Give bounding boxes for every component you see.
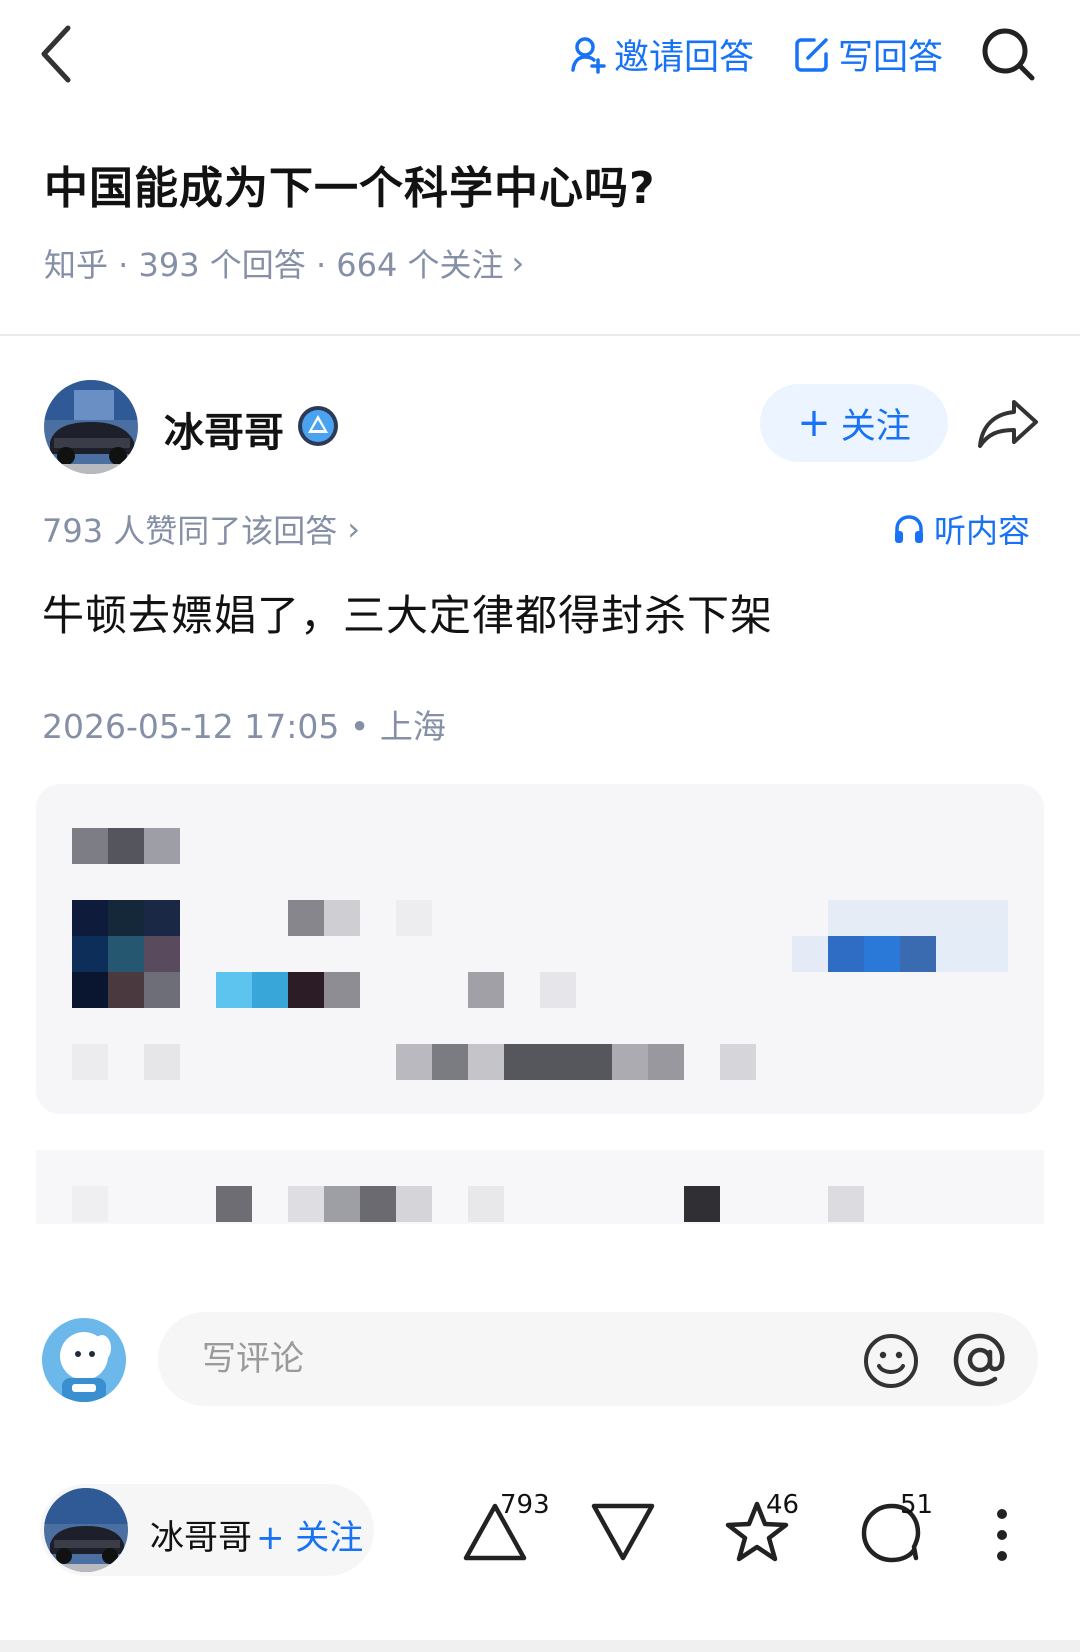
plus-icon: +: [797, 400, 831, 446]
vote-summary[interactable]: 793 人赞同了该回答 ›: [42, 506, 360, 552]
chevron-right-icon: ›: [511, 244, 525, 282]
headphones-icon: [895, 515, 923, 543]
verified-badge-icon: [296, 404, 340, 448]
smile-icon: [864, 1334, 918, 1388]
answer-text: 牛顿去嫖娼了，三大定律都得封杀下架: [42, 591, 774, 640]
question-meta-text: 知乎 · 393 个回答 · 664 个关注: [44, 246, 504, 284]
mascot-avatar-image: [42, 1318, 126, 1402]
edit-icon: [795, 38, 828, 72]
chevron-right-icon: ›: [347, 510, 361, 548]
downvote-button[interactable]: [588, 1500, 658, 1564]
invite-answer-button[interactable]: 邀请回答: [568, 26, 754, 82]
follow-label: 关注: [840, 406, 911, 447]
invite-answer-label: 邀请回答: [614, 37, 755, 78]
emoji-button[interactable]: [862, 1332, 920, 1390]
share-button[interactable]: [976, 396, 1040, 452]
vote-summary-text: 793 人赞同了该回答: [42, 512, 338, 550]
chip-follow-button[interactable]: + 关注: [256, 1510, 363, 1559]
more-button[interactable]: [988, 1506, 1016, 1564]
author-avatar[interactable]: [44, 380, 138, 474]
question-meta[interactable]: 知乎 · 393 个回答 · 664 个关注 ›: [44, 240, 524, 286]
write-answer-label: 写回答: [838, 37, 944, 78]
back-button[interactable]: [34, 22, 82, 86]
follow-button[interactable]: + 关注: [760, 384, 948, 462]
invite-user-icon: [571, 37, 606, 74]
my-avatar[interactable]: [42, 1318, 126, 1402]
search-icon: [982, 28, 1035, 81]
question-title[interactable]: 中国能成为下一个科学中心吗?: [44, 152, 656, 216]
chevron-left-icon: [41, 25, 71, 83]
share-icon: [978, 400, 1038, 448]
more-vertical-icon: [997, 1509, 1007, 1561]
chip-author-name: 冰哥哥: [150, 1518, 252, 1558]
author-avatar-small[interactable]: [44, 1488, 128, 1572]
downvote-triangle-icon: [591, 1503, 655, 1561]
author-name[interactable]: 冰哥哥: [164, 400, 284, 458]
bottom-safe-area: [0, 1640, 1080, 1652]
favorite-count: 46: [766, 1490, 800, 1520]
comment-count: 51: [900, 1490, 934, 1520]
upvote-count: 793: [500, 1490, 550, 1520]
answer-time-location: 2026-05-12 17:05 • 上海: [42, 707, 446, 746]
section-divider: [0, 334, 1080, 336]
listen-label: 听内容: [934, 512, 1031, 550]
at-icon: [953, 1333, 1005, 1387]
pixelated-content-strip: [36, 1150, 1044, 1224]
write-answer-button[interactable]: 写回答: [792, 26, 943, 82]
car-avatar-image: [44, 1488, 128, 1572]
mention-button[interactable]: [950, 1330, 1010, 1390]
search-button[interactable]: [978, 24, 1038, 84]
listen-button[interactable]: 听内容: [892, 506, 1030, 552]
car-avatar-image: [44, 380, 138, 474]
pixelated-content-card: [36, 784, 1044, 1114]
